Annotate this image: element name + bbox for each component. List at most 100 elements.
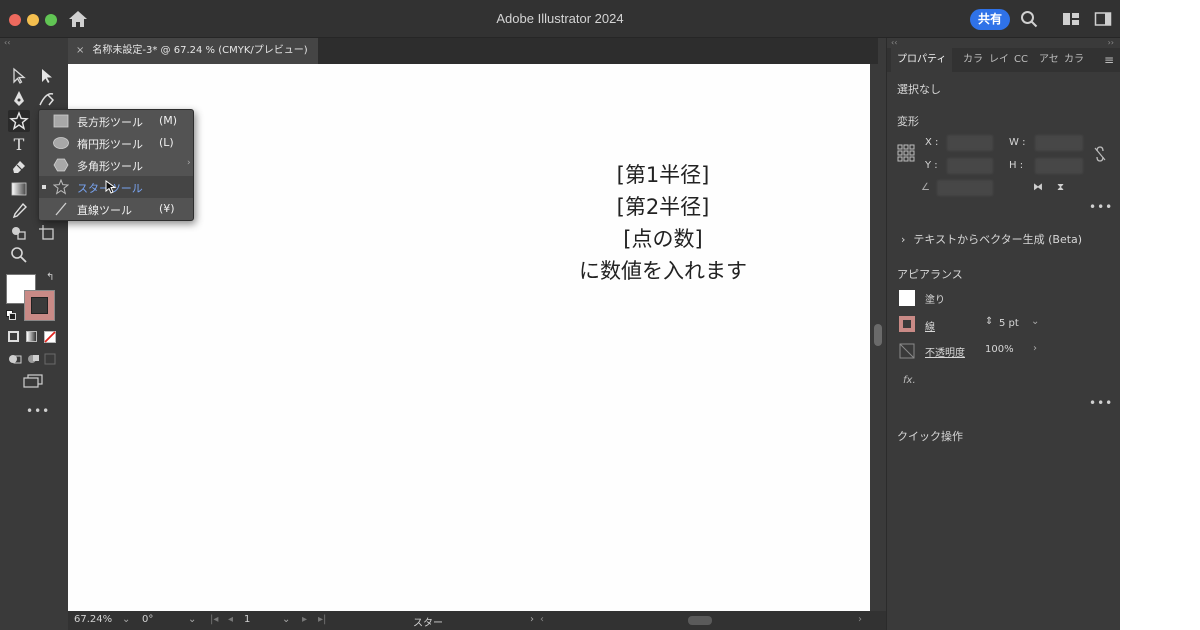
rectangle-icon bbox=[53, 114, 69, 128]
type-tool-icon[interactable]: T bbox=[8, 133, 30, 155]
ellipse-tool-item[interactable]: 楕円形ツール (L) bbox=[39, 132, 193, 154]
tab-layers[interactable]: レイ bbox=[989, 48, 1009, 72]
text-to-vector-section[interactable]: › テキストからベクター生成 (Beta) bbox=[901, 231, 1082, 247]
status-menu-arrow-icon[interactable]: › bbox=[530, 614, 534, 625]
h-field[interactable] bbox=[1035, 158, 1083, 174]
color-mode-icon[interactable] bbox=[8, 331, 19, 342]
stroke-weight-value[interactable]: 5 pt bbox=[999, 318, 1019, 329]
default-colors-icon[interactable] bbox=[6, 310, 16, 320]
zoom-tool-icon[interactable] bbox=[8, 244, 30, 266]
zoom-level[interactable]: 67.24% bbox=[74, 614, 112, 625]
eyedropper-tool-icon[interactable] bbox=[8, 200, 30, 222]
gradient-mode-icon[interactable] bbox=[26, 331, 37, 342]
fill-swatch[interactable] bbox=[899, 290, 915, 306]
zoom-dropdown-icon[interactable]: ⌄ bbox=[122, 614, 130, 625]
share-button[interactable]: 共有 bbox=[970, 9, 1010, 30]
chevron-right-icon: › bbox=[901, 233, 906, 246]
panel-collapse-right-icon[interactable]: ›› bbox=[1108, 38, 1114, 47]
x-field[interactable] bbox=[947, 135, 993, 151]
tab-assets[interactable]: アセ bbox=[1039, 48, 1059, 72]
direct-selection-tool-icon[interactable] bbox=[36, 65, 58, 87]
rectangle-tool-label: 長方形ツール bbox=[77, 116, 143, 129]
selection-status: 選択なし bbox=[897, 83, 941, 96]
panel-toggle-icon[interactable] bbox=[1094, 10, 1112, 28]
artboard-dropdown-icon[interactable]: ⌄ bbox=[282, 614, 290, 625]
stroke-weight-stepper-icon[interactable]: ⇕ bbox=[985, 316, 993, 327]
draw-normal-icon[interactable] bbox=[8, 353, 22, 365]
panel-menu-icon[interactable]: ≡ bbox=[1104, 48, 1114, 72]
fill-label: 塗り bbox=[925, 295, 945, 306]
collapse-arrows-icon[interactable]: ‹‹ bbox=[4, 38, 10, 47]
panel-collapse-left-icon[interactable]: ‹‹ bbox=[891, 38, 897, 47]
next-artboard-icon[interactable]: ▸ bbox=[302, 614, 307, 625]
transform-more-options-icon[interactable]: ••• bbox=[1089, 200, 1113, 214]
canvas-line-2: [第2半径] bbox=[616, 195, 710, 219]
artboard-tool-icon[interactable] bbox=[36, 222, 58, 244]
draw-behind-icon[interactable] bbox=[26, 353, 40, 365]
fx-effects-button[interactable]: fx. bbox=[903, 375, 916, 386]
document-tab[interactable]: × 名称未設定-3* @ 67.24 % (CMYK/プレビュー) bbox=[68, 38, 318, 64]
first-artboard-icon[interactable]: |◂ bbox=[210, 614, 218, 625]
quick-actions-title: クイック操作 bbox=[897, 430, 963, 443]
opacity-label[interactable]: 不透明度 bbox=[925, 344, 965, 359]
rectangle-tool-shortcut: (M) bbox=[159, 114, 178, 127]
curvature-tool-icon[interactable] bbox=[36, 88, 58, 110]
close-tab-icon[interactable]: × bbox=[76, 45, 84, 56]
title-bar: Adobe Illustrator 2024 共有 bbox=[0, 0, 1120, 38]
submenu-arrow-icon: › bbox=[187, 158, 191, 168]
rectangle-tool-item[interactable]: 長方形ツール (M) bbox=[39, 110, 193, 132]
x-label: X : bbox=[925, 137, 939, 148]
screen-mode-icon[interactable] bbox=[22, 374, 44, 388]
appearance-more-options-icon[interactable]: ••• bbox=[1089, 396, 1113, 410]
stroke-label[interactable]: 線 bbox=[925, 318, 935, 333]
vertical-scrollbar[interactable] bbox=[870, 64, 886, 611]
opacity-value[interactable]: 100% bbox=[985, 344, 1014, 355]
previous-artboard-icon[interactable]: ◂ bbox=[228, 614, 233, 625]
canvas-instruction-text: [第1半径] [第2半径] [点の数] に数値を入れます bbox=[498, 159, 828, 287]
shape-builder-tool-icon[interactable] bbox=[8, 222, 30, 244]
tab-cc-libraries[interactable]: CC bbox=[1014, 48, 1028, 72]
flip-vertical-icon[interactable]: ⧗ bbox=[1057, 182, 1064, 193]
eraser-tool-icon[interactable] bbox=[8, 155, 30, 177]
rotation-dropdown-icon[interactable]: ⌄ bbox=[188, 614, 196, 625]
status-bar: 67.24% ⌄ 0° ⌄ |◂ ◂ 1 ⌄ ▸ ▸| スター › ‹ › bbox=[68, 611, 886, 630]
tab-properties[interactable]: プロパティ bbox=[891, 48, 953, 72]
flip-horizontal-icon[interactable]: ⧓ bbox=[1033, 182, 1043, 193]
search-icon[interactable] bbox=[1020, 10, 1038, 28]
reference-point-icon[interactable] bbox=[897, 144, 915, 162]
rotation-value[interactable]: 0° bbox=[142, 614, 153, 625]
stroke-swatch[interactable] bbox=[899, 316, 915, 332]
stroke-color-swatch[interactable] bbox=[24, 290, 55, 321]
rotate-angle-icon: ∠ bbox=[921, 182, 930, 193]
edit-toolbar-more-icon[interactable]: ••• bbox=[26, 404, 50, 418]
pen-tool-icon[interactable] bbox=[8, 88, 30, 110]
star-tool-icon[interactable] bbox=[8, 110, 30, 132]
svg-text:T: T bbox=[14, 135, 25, 154]
constrain-proportions-icon[interactable] bbox=[1093, 146, 1107, 162]
tab-color[interactable]: カラ bbox=[963, 48, 983, 72]
horizontal-scroll-right-icon[interactable]: › bbox=[858, 614, 862, 625]
line-tool-item[interactable]: 直線ツール (¥) bbox=[39, 198, 193, 220]
vertical-scroll-thumb[interactable] bbox=[874, 324, 882, 346]
swap-colors-icon[interactable]: ↰ bbox=[46, 272, 54, 283]
last-artboard-icon[interactable]: ▸| bbox=[318, 614, 326, 625]
polygon-tool-item[interactable]: 多角形ツール › bbox=[39, 154, 193, 176]
w-field[interactable] bbox=[1035, 135, 1083, 151]
y-field[interactable] bbox=[947, 158, 993, 174]
properties-panel: ‹‹ ›› プロパティ カラ レイ CC アセ カラ ≡ 選択なし 変形 X :… bbox=[886, 38, 1120, 630]
draw-inside-icon[interactable] bbox=[44, 353, 56, 365]
horizontal-scroll-thumb[interactable] bbox=[688, 616, 712, 625]
artboard-number[interactable]: 1 bbox=[244, 614, 250, 625]
horizontal-scroll-left-icon[interactable]: ‹ bbox=[540, 614, 544, 625]
stroke-weight-dropdown-icon[interactable]: ⌄ bbox=[1031, 316, 1039, 327]
workspace-layout-icon[interactable] bbox=[1062, 10, 1080, 28]
rotate-field[interactable] bbox=[937, 180, 993, 196]
opacity-expand-icon[interactable]: › bbox=[1033, 343, 1037, 354]
selection-tool-icon[interactable] bbox=[8, 65, 30, 87]
app-title: Adobe Illustrator 2024 bbox=[496, 11, 624, 26]
gradient-tool-icon[interactable] bbox=[8, 178, 30, 200]
tab-color-guide[interactable]: カラ bbox=[1064, 48, 1084, 72]
polygon-tool-label: 多角形ツール bbox=[77, 160, 143, 173]
none-mode-icon[interactable] bbox=[44, 331, 56, 343]
star-tool-item[interactable]: スターツール bbox=[39, 176, 193, 198]
